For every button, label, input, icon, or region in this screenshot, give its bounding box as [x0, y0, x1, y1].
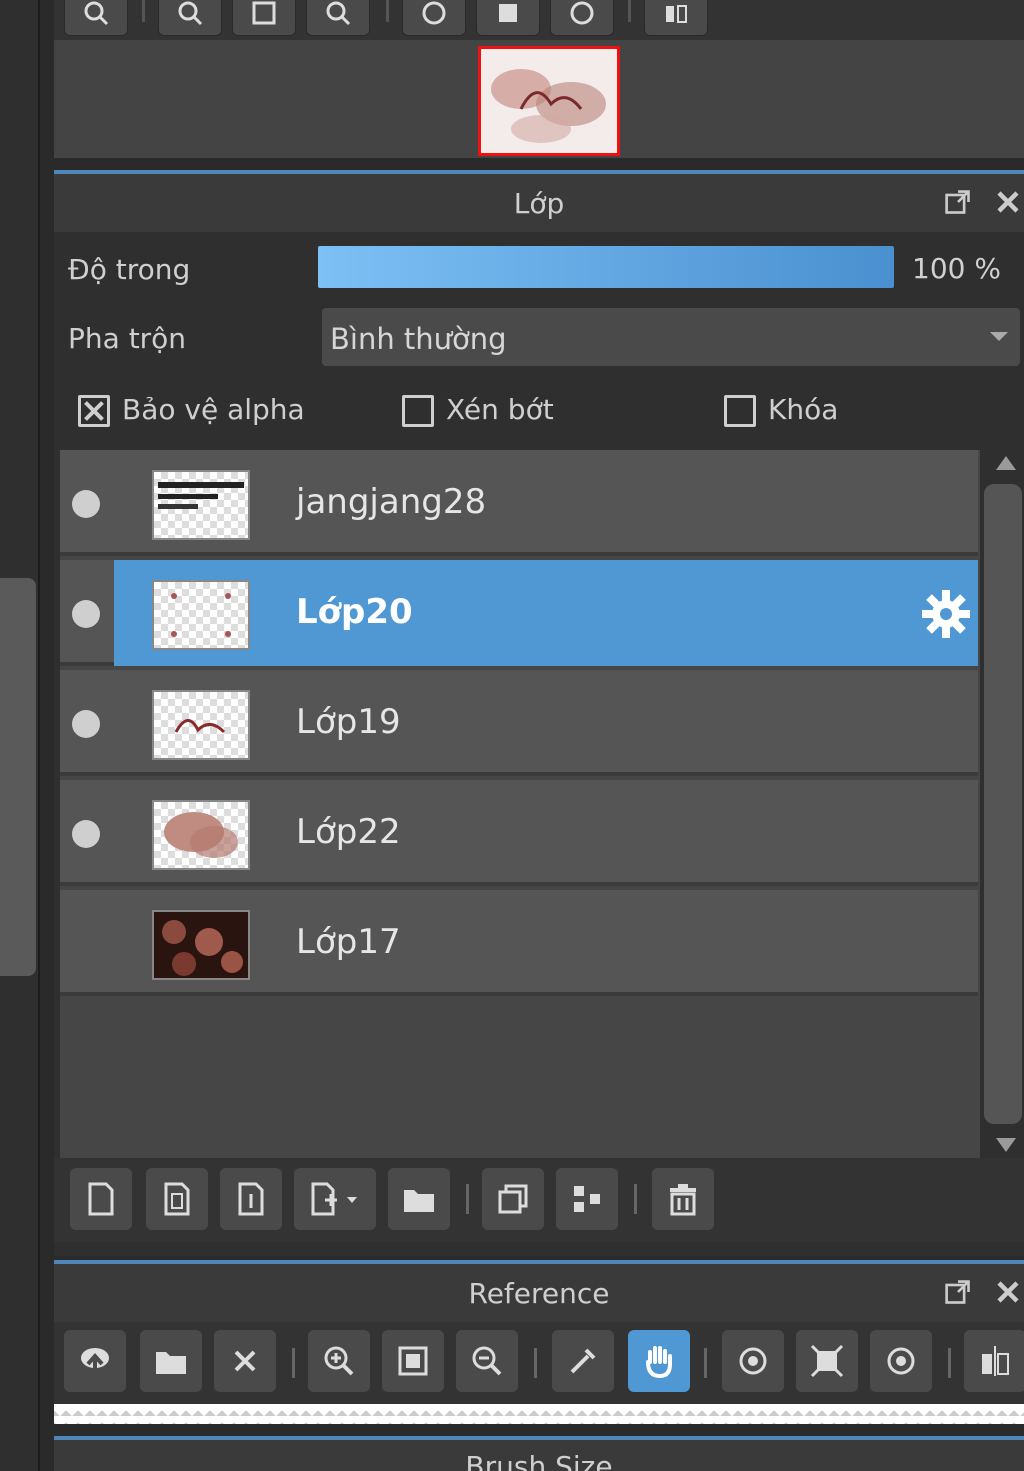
layer-panel-title: Lớp: [513, 186, 565, 220]
open-folder-icon[interactable]: [140, 1330, 202, 1392]
lock-label: Khóa: [768, 393, 839, 426]
navigator-preview: [54, 40, 1024, 158]
folder-icon[interactable]: [388, 1168, 450, 1230]
blend-mode-label: Pha trộn: [68, 322, 187, 355]
layer-name: jangjang28: [296, 482, 487, 522]
rotate-left-icon[interactable]: [722, 1330, 784, 1392]
fit-icon[interactable]: [382, 1330, 444, 1392]
zoom-in-icon[interactable]: [158, 0, 222, 36]
toolbar-separator: [142, 0, 145, 22]
toolbar-separator: [466, 1184, 469, 1214]
layer-list: jangjang28 Lớp20 Lớp19 Lớp22 Lớp17: [60, 450, 980, 1158]
toolbar-separator: [386, 0, 389, 22]
upload-icon[interactable]: [64, 1330, 126, 1392]
reference-panel-header: Reference: [54, 1264, 1024, 1322]
toolbar-separator: [628, 0, 631, 22]
layer-thumbnail: [152, 580, 250, 650]
clipping-checkbox[interactable]: [402, 395, 434, 427]
layer-list-scrollbar[interactable]: [982, 450, 1024, 1158]
gear-icon[interactable]: [920, 588, 972, 640]
layer-toolbar: [54, 1158, 1024, 1242]
layer-name: Lớp17: [296, 922, 401, 962]
zoom-out-icon[interactable]: [306, 0, 370, 36]
detach-icon[interactable]: [942, 186, 974, 218]
zoom-in-icon[interactable]: [64, 0, 128, 36]
hand-icon[interactable]: [628, 1330, 690, 1392]
rotate-left-icon[interactable]: [402, 0, 466, 36]
layer-name: Lớp20: [296, 592, 413, 632]
navigator-toolbar: [54, 0, 1024, 40]
toolbar-separator: [948, 1348, 951, 1378]
visibility-icon[interactable]: [72, 600, 100, 628]
layer-row-selected[interactable]: Lớp20: [60, 560, 978, 666]
rotate-right-icon[interactable]: [870, 1330, 932, 1392]
visibility-icon[interactable]: [72, 820, 100, 848]
toolbar-separator: [292, 1348, 295, 1378]
layer-row[interactable]: Lớp17: [60, 890, 978, 996]
chevron-down-icon: [990, 332, 1008, 341]
opacity-value: 100 %: [912, 252, 1001, 285]
scroll-up-icon[interactable]: [996, 456, 1016, 470]
lock-checkbox[interactable]: [724, 395, 756, 427]
visibility-icon[interactable]: [72, 710, 100, 738]
flip-icon[interactable]: [644, 0, 708, 36]
opacity-label: Độ trong: [68, 253, 191, 286]
zoom-in-icon[interactable]: [308, 1330, 370, 1392]
flip-icon[interactable]: [964, 1330, 1024, 1392]
duplicate-layer-icon[interactable]: [482, 1168, 544, 1230]
close-icon[interactable]: [992, 186, 1024, 218]
clipping-label: Xén bớt: [446, 393, 554, 426]
layer-row[interactable]: Lớp22: [60, 780, 978, 886]
opacity-slider[interactable]: [318, 246, 894, 288]
protect-alpha-checkbox[interactable]: [78, 395, 110, 427]
merge-down-icon[interactable]: [556, 1168, 618, 1230]
eyedropper-icon[interactable]: [552, 1330, 614, 1392]
close-icon[interactable]: [992, 1276, 1024, 1308]
blend-mode-select[interactable]: Bình thường: [322, 308, 1020, 366]
brush-size-panel-title: Brush Size: [465, 1450, 613, 1471]
new-1bit-layer-icon[interactable]: [220, 1168, 282, 1230]
layer-thumbnail: [152, 470, 250, 540]
layer-panel-header: Lớp: [54, 174, 1024, 232]
new-8bit-layer-icon[interactable]: [146, 1168, 208, 1230]
fit-icon[interactable]: [232, 0, 296, 36]
left-scrollbar-thumb[interactable]: [0, 578, 36, 976]
new-layer-icon[interactable]: [70, 1168, 132, 1230]
layer-thumbnail: [152, 800, 250, 870]
toolbar-separator: [704, 1348, 707, 1378]
reference-panel-title: Reference: [468, 1276, 610, 1310]
scrollbar-thumb[interactable]: [984, 484, 1022, 1124]
reset-view-icon[interactable]: [796, 1330, 858, 1392]
visibility-icon[interactable]: [72, 490, 100, 518]
toolbar-separator: [634, 1184, 637, 1214]
layer-row[interactable]: jangjang28: [60, 450, 978, 556]
navigator-thumbnail[interactable]: [478, 46, 620, 156]
trash-icon[interactable]: [652, 1168, 714, 1230]
rotate-right-icon[interactable]: [550, 0, 614, 36]
blend-mode-value: Bình thường: [330, 322, 507, 356]
reference-toolbar: [54, 1322, 1024, 1404]
layer-row[interactable]: Lớp19: [60, 670, 978, 776]
layer-thumbnail: [152, 690, 250, 760]
reset-view-icon[interactable]: [476, 0, 540, 36]
zoom-out-icon[interactable]: [456, 1330, 518, 1392]
detach-icon[interactable]: [942, 1276, 974, 1308]
layer-name: Lớp19: [296, 702, 401, 742]
layer-thumbnail: [152, 910, 250, 980]
close-reference-icon[interactable]: [214, 1330, 276, 1392]
left-panel-strip: [0, 0, 40, 1471]
toolbar-separator: [534, 1348, 537, 1378]
reference-canvas[interactable]: [54, 1404, 1024, 1424]
scroll-down-icon[interactable]: [996, 1138, 1016, 1152]
brush-size-panel-header: Brush Size: [54, 1440, 1024, 1471]
layer-name: Lớp22: [296, 812, 401, 852]
protect-alpha-label: Bảo vệ alpha: [122, 393, 305, 426]
add-layer-dropdown-icon[interactable]: [294, 1168, 376, 1230]
